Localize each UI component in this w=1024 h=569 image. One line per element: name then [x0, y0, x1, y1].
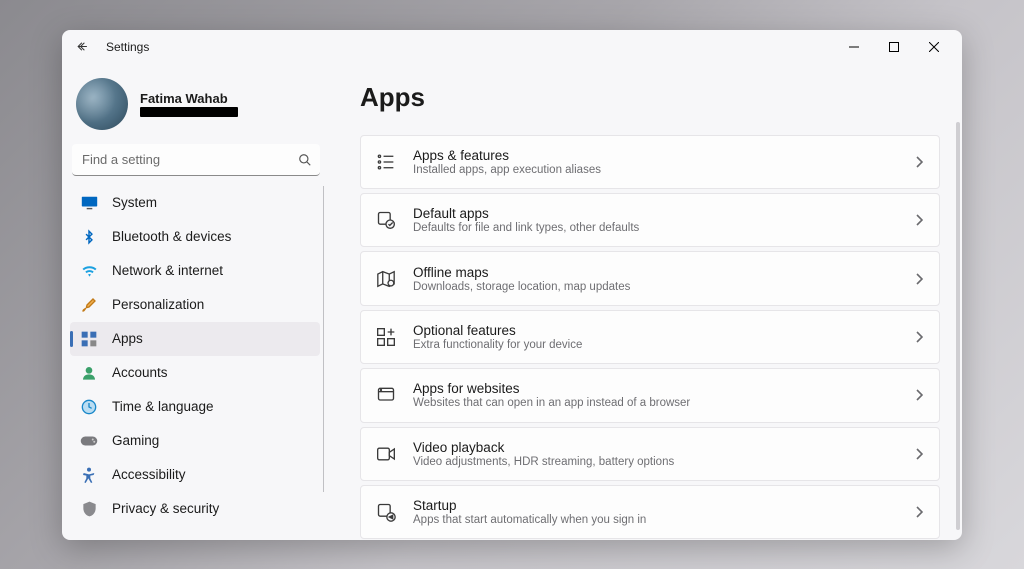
startup-icon [375, 501, 397, 523]
card-title: Optional features [413, 323, 915, 338]
card-title: Offline maps [413, 265, 915, 280]
sidebar-item-label: System [112, 195, 157, 210]
chevron-right-icon [915, 506, 923, 518]
globe-clock-icon [80, 398, 98, 416]
card-video-playback[interactable]: Video playback Video adjustments, HDR st… [360, 427, 940, 481]
sidebar-item-label: Accessibility [112, 467, 186, 482]
sidebar-item-accounts[interactable]: Accounts [70, 356, 320, 390]
sidebar-item-bluetooth[interactable]: Bluetooth & devices [70, 220, 320, 254]
card-subtitle: Websites that can open in an app instead… [413, 397, 915, 409]
card-apps-for-websites[interactable]: Apps for websites Websites that can open… [360, 368, 940, 422]
sidebar-item-personalization[interactable]: Personalization [70, 288, 320, 322]
display-icon [80, 194, 98, 212]
profile-block[interactable]: Fatima Wahab [68, 72, 324, 144]
chevron-right-icon [915, 156, 923, 168]
sidebar-item-label: Privacy & security [112, 501, 219, 516]
card-subtitle: Defaults for file and link types, other … [413, 222, 915, 234]
card-subtitle: Installed apps, app execution aliases [413, 164, 915, 176]
maximize-icon [889, 42, 899, 52]
paintbrush-icon [80, 296, 98, 314]
card-default-apps[interactable]: Default apps Defaults for file and link … [360, 193, 940, 247]
sidebar-item-apps[interactable]: Apps [70, 322, 320, 356]
sidebar-item-label: Apps [112, 331, 143, 346]
sidebar-item-system[interactable]: System [70, 186, 320, 220]
chevron-right-icon [915, 448, 923, 460]
chevron-right-icon [915, 331, 923, 343]
close-button[interactable] [914, 31, 954, 63]
titlebar: Settings [62, 30, 962, 64]
sidebar-item-label: Network & internet [112, 263, 223, 278]
gamepad-icon [80, 432, 98, 450]
nav-list: System Bluetooth & devices Network & int… [68, 186, 324, 540]
bluetooth-icon [80, 228, 98, 246]
search-input[interactable] [72, 144, 320, 176]
card-title: Video playback [413, 440, 915, 455]
avatar [76, 78, 128, 130]
minimize-button[interactable] [834, 31, 874, 63]
sidebar-scrollbar[interactable] [323, 186, 324, 492]
card-title: Startup [413, 498, 915, 513]
back-button[interactable] [70, 35, 94, 59]
settings-window: Settings Fatima Wahab [62, 30, 962, 540]
shield-icon [80, 500, 98, 518]
wifi-icon [80, 262, 98, 280]
card-title: Default apps [413, 206, 915, 221]
card-title: Apps & features [413, 148, 915, 163]
close-icon [929, 42, 939, 52]
main-content: Apps Apps & features Installed apps, app… [330, 64, 962, 540]
card-subtitle: Video adjustments, HDR streaming, batter… [413, 456, 915, 468]
sidebar-item-privacy[interactable]: Privacy & security [70, 492, 320, 526]
card-optional-features[interactable]: Optional features Extra functionality fo… [360, 310, 940, 364]
sidebar-item-gaming[interactable]: Gaming [70, 424, 320, 458]
video-icon [375, 443, 397, 465]
window-title: Settings [106, 40, 149, 54]
maximize-button[interactable] [874, 31, 914, 63]
sidebar-item-label: Time & language [112, 399, 214, 414]
sidebar-item-label: Gaming [112, 433, 159, 448]
card-startup[interactable]: Startup Apps that start automatically wh… [360, 485, 940, 539]
card-subtitle: Apps that start automatically when you s… [413, 514, 915, 526]
person-icon [80, 364, 98, 382]
accessibility-icon [80, 466, 98, 484]
chevron-right-icon [915, 273, 923, 285]
sidebar-item-accessibility[interactable]: Accessibility [70, 458, 320, 492]
card-apps-features[interactable]: Apps & features Installed apps, app exec… [360, 135, 940, 189]
card-offline-maps[interactable]: Offline maps Downloads, storage location… [360, 251, 940, 305]
chevron-right-icon [915, 214, 923, 226]
sidebar-item-label: Accounts [112, 365, 168, 380]
sidebar-item-network[interactable]: Network & internet [70, 254, 320, 288]
profile-name: Fatima Wahab [140, 91, 238, 106]
main-scrollbar[interactable] [956, 122, 960, 530]
card-title: Apps for websites [413, 381, 915, 396]
sidebar-item-time-language[interactable]: Time & language [70, 390, 320, 424]
sidebar-item-label: Personalization [112, 297, 204, 312]
map-icon [375, 268, 397, 290]
card-subtitle: Extra functionality for your device [413, 339, 915, 351]
grid-plus-icon [375, 326, 397, 348]
card-subtitle: Downloads, storage location, map updates [413, 281, 915, 293]
apps-websites-icon [375, 384, 397, 406]
chevron-right-icon [915, 389, 923, 401]
profile-subtext-redacted [140, 107, 238, 117]
search-icon [298, 153, 312, 167]
apps-icon [80, 330, 98, 348]
sidebar-item-label: Bluetooth & devices [112, 229, 231, 244]
default-apps-icon [375, 209, 397, 231]
settings-card-list: Apps & features Installed apps, app exec… [360, 135, 954, 540]
minimize-icon [849, 42, 859, 52]
list-icon [375, 151, 397, 173]
page-title: Apps [360, 82, 954, 113]
sidebar: Fatima Wahab System Bluetooth & d [62, 64, 330, 540]
